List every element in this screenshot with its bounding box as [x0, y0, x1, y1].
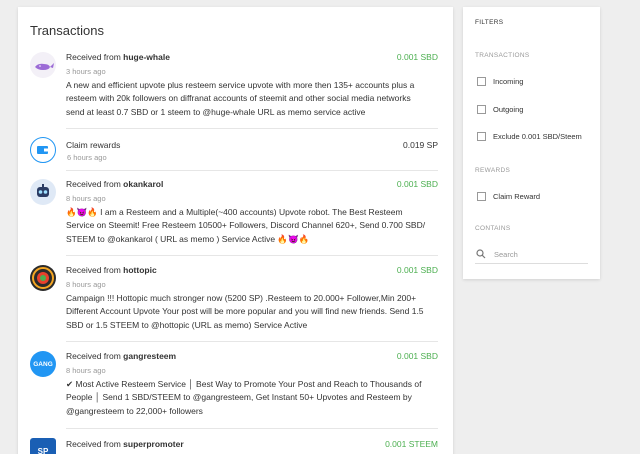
- hottopic-icon[interactable]: [30, 265, 56, 291]
- transaction-amount: 0.001 SBD: [396, 52, 438, 62]
- transaction-type: Received from: [66, 439, 124, 449]
- exclude-label: Exclude 0.001 SBD/Steem: [493, 132, 582, 141]
- transaction-header: Received from hottopic: [66, 265, 157, 275]
- gang-icon[interactable]: GANG: [30, 351, 56, 377]
- checkbox-box[interactable]: [477, 132, 486, 141]
- transaction-time: 8 hours ago: [66, 366, 106, 375]
- divider: [66, 170, 438, 171]
- rewards-heading: REWARDS: [475, 167, 511, 174]
- transaction-time: 8 hours ago: [66, 194, 106, 203]
- transaction-header: Received from okankarol: [66, 179, 163, 189]
- wallet-icon: [30, 137, 56, 163]
- transaction-header: Received from huge-whale: [66, 52, 170, 62]
- filters-panel: FILTERS TRANSACTIONS Incoming Outgoing E…: [463, 7, 600, 279]
- transaction-memo: 🔥😈🔥 I am a Resteem and a Multiple(~400 a…: [66, 207, 426, 244]
- transaction-type: Received from: [66, 351, 124, 361]
- transaction-time: 3 hours ago: [66, 67, 106, 76]
- transaction-type: Received from: [66, 179, 124, 189]
- outgoing-checkbox[interactable]: Outgoing: [475, 104, 600, 116]
- transaction-time: 8 hours ago: [66, 280, 106, 289]
- transaction-amount: 0.001 STEEM: [385, 439, 438, 449]
- transaction-user[interactable]: huge-whale: [123, 52, 170, 62]
- divider: [66, 341, 438, 342]
- transaction-time: 6 hours ago: [67, 153, 107, 162]
- transaction-header: Received from gangresteem: [66, 351, 176, 361]
- transaction-user[interactable]: superpromoter: [123, 439, 183, 449]
- divider: [66, 128, 438, 129]
- transaction-header: Claim rewards: [66, 140, 121, 150]
- checkbox-box[interactable]: [477, 192, 486, 201]
- exclude-checkbox[interactable]: Exclude 0.001 SBD/Steem: [475, 131, 600, 143]
- search-icon: [476, 249, 486, 259]
- transaction-amount: 0.001 SBD: [396, 265, 438, 275]
- transaction-user[interactable]: hottopic: [123, 265, 157, 275]
- transaction-type: Received from: [66, 52, 124, 62]
- divider: [66, 255, 438, 256]
- filters-title: FILTERS: [475, 19, 504, 26]
- contains-heading: CONTAINS: [475, 225, 511, 232]
- transaction-user[interactable]: okankarol: [123, 179, 163, 189]
- gang-avatar-text: GANG: [33, 360, 53, 368]
- sp-icon[interactable]: SP: [30, 438, 56, 454]
- sp-avatar-text: SP: [37, 446, 49, 454]
- search-input[interactable]: [494, 247, 586, 261]
- transactions-panel: Transactions Received from huge-whale 3 …: [18, 7, 453, 454]
- outgoing-label: Outgoing: [493, 105, 524, 114]
- robot-icon[interactable]: [30, 179, 56, 205]
- page-title: Transactions: [30, 23, 104, 38]
- incoming-checkbox[interactable]: Incoming: [475, 76, 600, 88]
- search-field[interactable]: [475, 247, 588, 264]
- claim-reward-checkbox[interactable]: Claim Reward: [475, 191, 600, 203]
- transaction-memo: ✔ Most Active Resteem Service │ Best Way…: [66, 379, 422, 416]
- transaction-amount: 0.001 SBD: [396, 351, 438, 361]
- checkbox-box[interactable]: [477, 77, 486, 86]
- incoming-label: Incoming: [493, 77, 524, 86]
- claim-reward-label: Claim Reward: [493, 192, 541, 201]
- transactions-heading: TRANSACTIONS: [475, 52, 530, 59]
- checkbox-box[interactable]: [477, 105, 486, 114]
- transaction-memo: A new and efficient upvote plus resteem …: [66, 80, 415, 117]
- transaction-user[interactable]: gangresteem: [123, 351, 176, 361]
- transaction-header: Received from superpromoter: [66, 439, 184, 449]
- divider: [66, 428, 438, 429]
- whale-icon[interactable]: [30, 52, 56, 78]
- transaction-amount: 0.019 SP: [403, 140, 438, 150]
- transaction-memo: Campaign !!! Hottopic much stronger now …: [66, 293, 424, 330]
- transaction-amount: 0.001 SBD: [396, 179, 438, 189]
- transaction-type: Received from: [66, 265, 124, 275]
